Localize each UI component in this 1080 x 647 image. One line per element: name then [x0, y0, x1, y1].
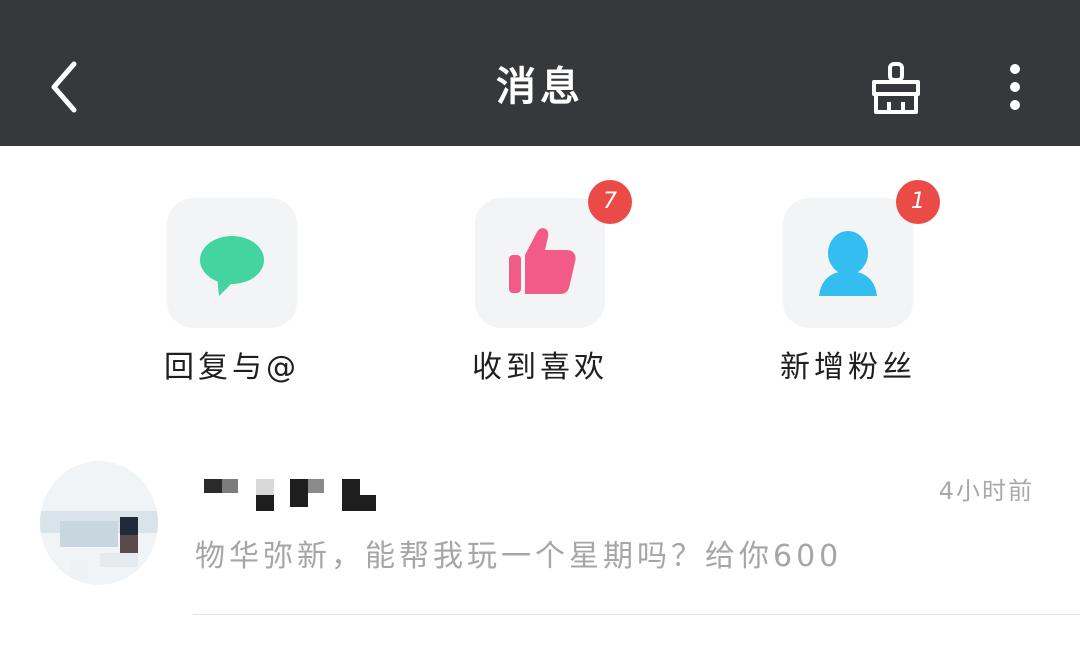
- sender-name-redacted: [200, 475, 400, 515]
- replies-tile: [167, 198, 297, 328]
- replies-and-mentions[interactable]: 回复与@: [102, 198, 362, 398]
- message-preview: 物华弥新，能帮我玩一个星期吗？给你600: [195, 539, 843, 574]
- back-button[interactable]: [42, 58, 88, 116]
- followers-label: 新增粉丝: [780, 350, 916, 385]
- chevron-left-icon: [51, 61, 77, 113]
- top-bar: 消息: [0, 0, 1080, 146]
- likes-label: 收到喜欢: [472, 350, 608, 385]
- divider: [193, 614, 1080, 615]
- followers-badge: 1: [896, 180, 940, 224]
- thumbs-up-icon: [509, 228, 576, 294]
- avatar: [40, 461, 158, 585]
- likes-received[interactable]: 7 收到喜欢: [410, 180, 670, 398]
- message-time: 4小时前: [938, 477, 1034, 505]
- new-followers[interactable]: 1 新增粉丝: [718, 180, 978, 398]
- broom-icon: [872, 62, 920, 114]
- more-button[interactable]: [998, 60, 1032, 116]
- chat-bubble-icon: [200, 236, 264, 296]
- followers-tile: [783, 198, 913, 328]
- user-icon: [819, 231, 877, 296]
- clean-button[interactable]: [866, 60, 926, 116]
- likes-tile: [475, 198, 605, 328]
- likes-badge: 7: [588, 180, 632, 224]
- more-vertical-icon: [1010, 64, 1020, 110]
- message-row[interactable]: 4小时前 物华弥新，能帮我玩一个星期吗？给你600: [0, 455, 1080, 615]
- replies-label: 回复与@: [164, 350, 300, 385]
